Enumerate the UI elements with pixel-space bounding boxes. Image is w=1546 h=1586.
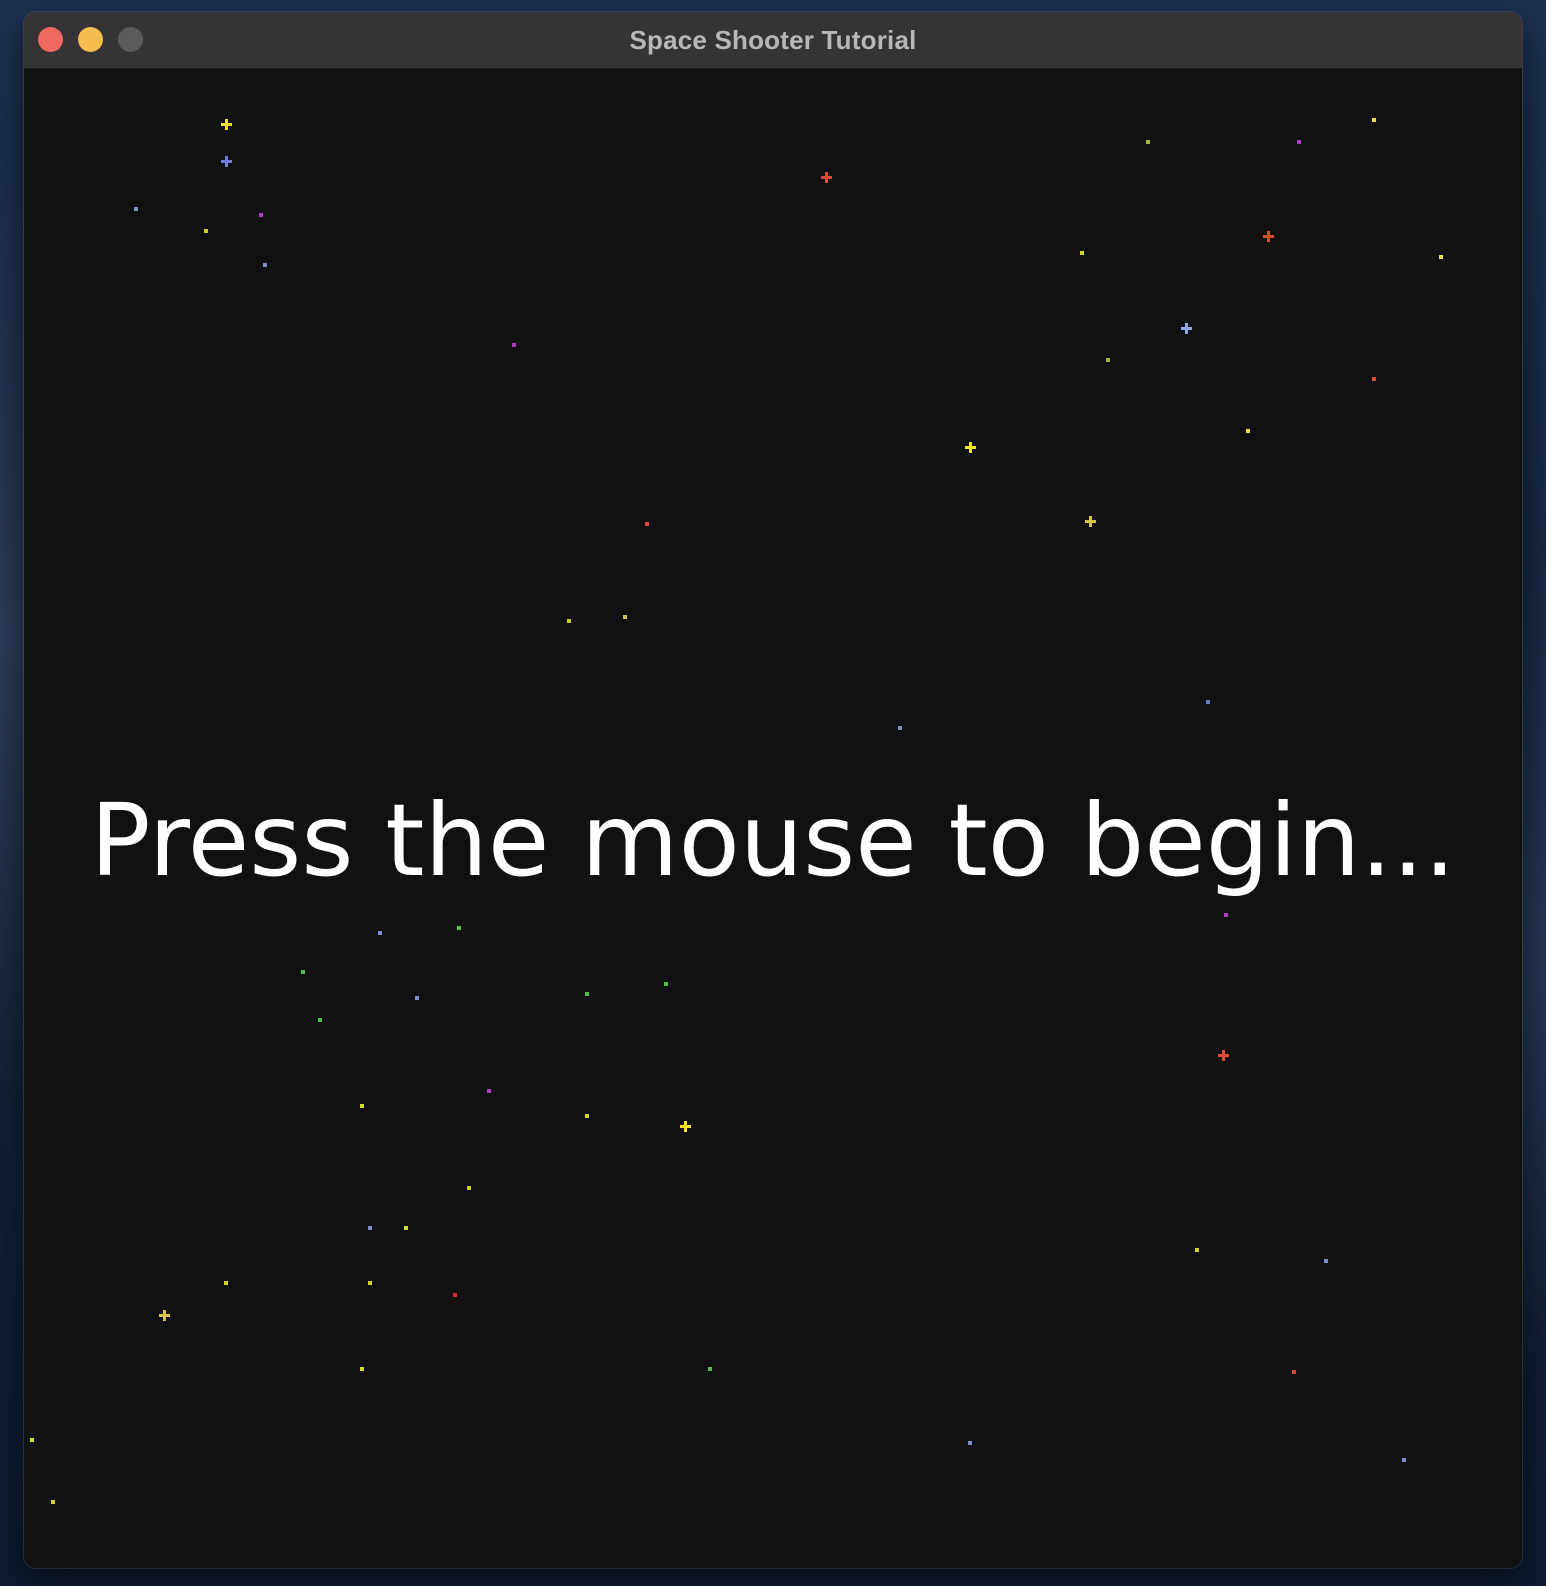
- star: [1218, 1050, 1229, 1061]
- game-window: Space Shooter Tutorial Press the mouse t…: [24, 12, 1522, 1568]
- star: [1206, 700, 1210, 704]
- star: [708, 1367, 712, 1371]
- star: [821, 172, 832, 183]
- star: [467, 1186, 471, 1190]
- star: [1246, 429, 1250, 433]
- star: [404, 1226, 408, 1230]
- star: [487, 1089, 491, 1093]
- star: [378, 931, 382, 935]
- star: [585, 1114, 589, 1118]
- star: [1224, 913, 1228, 917]
- star: [360, 1104, 364, 1108]
- star: [664, 982, 668, 986]
- star: [512, 343, 516, 347]
- star: [1372, 377, 1376, 381]
- star: [1292, 1370, 1296, 1374]
- star: [1106, 358, 1110, 362]
- star: [159, 1310, 170, 1321]
- star: [965, 442, 976, 453]
- star: [221, 119, 232, 130]
- star: [1324, 1259, 1328, 1263]
- star: [567, 619, 571, 623]
- star: [1439, 255, 1443, 259]
- star: [1080, 251, 1084, 255]
- star: [204, 229, 208, 233]
- star: [585, 992, 589, 996]
- star: [898, 726, 902, 730]
- star: [318, 1018, 322, 1022]
- star: [1263, 231, 1274, 242]
- title-bar[interactable]: Space Shooter Tutorial: [24, 12, 1522, 69]
- star: [30, 1438, 34, 1442]
- star: [1402, 1458, 1406, 1462]
- star: [1181, 323, 1192, 334]
- star: [1146, 140, 1150, 144]
- star: [453, 1293, 457, 1297]
- star: [221, 156, 232, 167]
- star: [368, 1281, 372, 1285]
- star: [263, 263, 267, 267]
- star: [457, 926, 461, 930]
- star: [1297, 140, 1301, 144]
- star: [224, 1281, 228, 1285]
- star: [1085, 516, 1096, 527]
- star: [968, 1441, 972, 1445]
- star: [368, 1226, 372, 1230]
- star: [645, 522, 649, 526]
- star: [1372, 118, 1376, 122]
- star: [1195, 1248, 1199, 1252]
- star: [134, 207, 138, 211]
- star: [301, 970, 305, 974]
- star: [415, 996, 419, 1000]
- star: [623, 615, 627, 619]
- star: [259, 213, 263, 217]
- game-canvas[interactable]: Press the mouse to begin...: [24, 69, 1522, 1568]
- star: [680, 1121, 691, 1132]
- start-prompt: Press the mouse to begin...: [90, 782, 1456, 899]
- star: [360, 1367, 364, 1371]
- star: [51, 1500, 55, 1504]
- window-title: Space Shooter Tutorial: [629, 25, 917, 55]
